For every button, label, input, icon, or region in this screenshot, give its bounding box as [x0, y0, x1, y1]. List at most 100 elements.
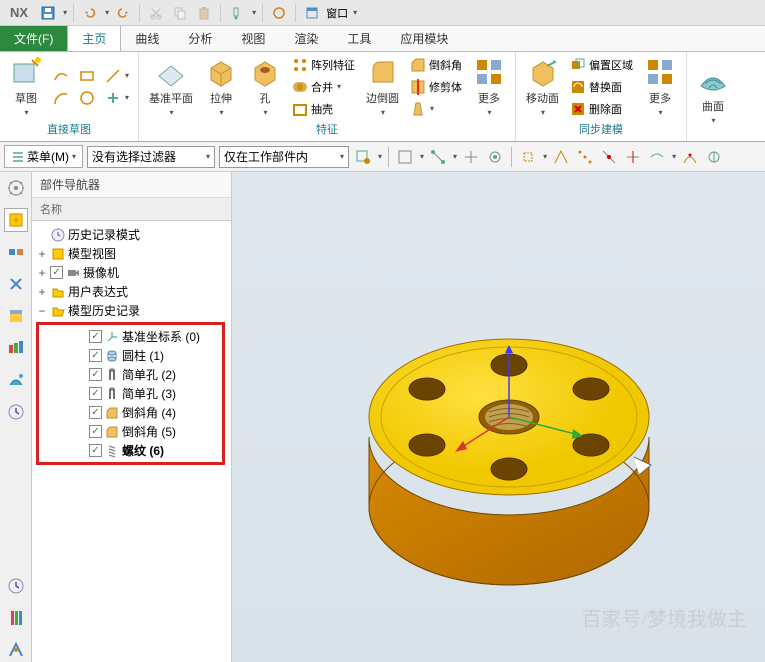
- sel-tool-2[interactable]: [395, 147, 415, 167]
- feature-more-button[interactable]: 更多▾: [469, 54, 509, 119]
- move-face-button[interactable]: 移动面▾: [522, 54, 563, 119]
- dropdown-icon[interactable]: ▾: [353, 8, 357, 17]
- constraint-navigator-icon[interactable]: [4, 272, 28, 296]
- selection-scope-combo[interactable]: 仅在工作部件内▾: [219, 146, 349, 168]
- profile-button[interactable]: [50, 66, 72, 86]
- rectangle-button[interactable]: [76, 66, 98, 86]
- circle-icon: [79, 90, 95, 106]
- tree-node-cameras[interactable]: +✓ 摄像机: [34, 263, 229, 282]
- sync-more-button[interactable]: 更多▾: [640, 54, 680, 119]
- hole-button[interactable]: 孔▾: [245, 54, 285, 119]
- folder-open-icon: [50, 303, 66, 319]
- edge-blend-button[interactable]: 边倒圆▾: [362, 54, 403, 119]
- tree-node-feature[interactable]: ✓倒斜角 (4): [39, 403, 222, 422]
- delete-icon: [570, 101, 586, 117]
- spline-icon: [53, 68, 69, 84]
- tab-tools[interactable]: 工具: [333, 26, 386, 51]
- color-icon[interactable]: [4, 606, 28, 630]
- surface-icon: [697, 64, 729, 96]
- tree-node-model-views[interactable]: + 模型视图: [34, 244, 229, 263]
- tab-render[interactable]: 渲染: [280, 26, 333, 51]
- snap-tool-8[interactable]: [704, 147, 724, 167]
- blend-icon: [367, 56, 399, 88]
- tree-node-feature[interactable]: ✓基准坐标系 (0): [39, 327, 222, 346]
- snap-tool-4[interactable]: [599, 147, 619, 167]
- dropdown-icon[interactable]: ▾: [105, 8, 109, 17]
- file-tab[interactable]: 文件(F): [0, 26, 67, 51]
- dropdown-icon[interactable]: ▾: [453, 152, 457, 161]
- surface-button[interactable]: 曲面▾: [693, 62, 733, 127]
- snap-tool-1[interactable]: [518, 147, 538, 167]
- dropdown-icon[interactable]: ▾: [543, 152, 547, 161]
- snap-tool-7[interactable]: [680, 147, 700, 167]
- snap-tool-3[interactable]: [575, 147, 595, 167]
- sel-tool-5[interactable]: [485, 147, 505, 167]
- tree-node-feature[interactable]: ✓简单孔 (3): [39, 384, 222, 403]
- settings-icon[interactable]: [4, 176, 28, 200]
- snap-tool-2[interactable]: [551, 147, 571, 167]
- extrude-button[interactable]: 拉伸▾: [201, 54, 241, 119]
- repeat-icon[interactable]: [269, 3, 289, 23]
- tree-node-feature[interactable]: ✓螺纹 (6): [39, 441, 222, 460]
- datum-plane-button[interactable]: 基准平面▾: [145, 54, 197, 119]
- dropdown-icon[interactable]: ▾: [63, 8, 67, 17]
- delete-face-button[interactable]: 删除面: [567, 99, 636, 119]
- sketch-button[interactable]: 草图 ▾: [6, 54, 46, 119]
- line-button[interactable]: ▾: [102, 66, 132, 86]
- replace-face-button[interactable]: 替换面: [567, 77, 636, 97]
- point-button[interactable]: [50, 88, 72, 108]
- tab-application[interactable]: 应用模块: [386, 26, 463, 51]
- simple-hole-icon: [104, 367, 120, 383]
- history-icon[interactable]: [4, 400, 28, 424]
- pattern-button[interactable]: 阵列特征: [289, 55, 358, 75]
- unite-button[interactable]: 合并▾: [289, 77, 358, 97]
- reuse-library-icon[interactable]: [4, 304, 28, 328]
- tab-curve[interactable]: 曲线: [121, 26, 174, 51]
- graphics-viewport[interactable]: 百家号/梦境我做主: [232, 172, 765, 662]
- main-area: 部件导航器 名称 历史记录模式 + 模型视图 +✓ 摄像机 + 用户表达式 − …: [0, 172, 765, 662]
- window-icon[interactable]: [302, 3, 322, 23]
- roles-icon[interactable]: [4, 638, 28, 662]
- internet-icon[interactable]: [4, 368, 28, 392]
- tree-node-feature[interactable]: ✓简单孔 (2): [39, 365, 222, 384]
- tree-node-model-history[interactable]: − 模型历史记录: [34, 301, 229, 320]
- chamfer-button[interactable]: 倒斜角: [407, 55, 465, 75]
- tree-node-history-mode[interactable]: 历史记录模式: [34, 225, 229, 244]
- tree-node-feature[interactable]: ✓倒斜角 (5): [39, 422, 222, 441]
- snap-tool-6[interactable]: [647, 147, 667, 167]
- more-curve-button[interactable]: ▾: [102, 88, 132, 108]
- part-navigator-icon[interactable]: [4, 208, 28, 232]
- tree-node-feature[interactable]: ✓圆柱 (1): [39, 346, 222, 365]
- touch-icon[interactable]: [227, 3, 247, 23]
- tab-view[interactable]: 视图: [227, 26, 280, 51]
- selection-filter-combo[interactable]: 没有选择过滤器▾: [87, 146, 215, 168]
- sel-tool-3[interactable]: [428, 147, 448, 167]
- sel-tool-4[interactable]: [461, 147, 481, 167]
- sel-tool-1[interactable]: [353, 147, 373, 167]
- undo-icon[interactable]: [80, 3, 100, 23]
- tree-node-expressions[interactable]: + 用户表达式: [34, 282, 229, 301]
- dropdown-icon[interactable]: ▾: [420, 152, 424, 161]
- snap-tool-5[interactable]: [623, 147, 643, 167]
- draft-icon: [410, 101, 426, 117]
- assembly-navigator-icon[interactable]: [4, 240, 28, 264]
- tab-analysis[interactable]: 分析: [174, 26, 227, 51]
- dropdown-icon[interactable]: ▾: [378, 152, 382, 161]
- system-scheme-icon[interactable]: [4, 574, 28, 598]
- menu-button[interactable]: 菜单(M)▾: [4, 145, 83, 168]
- save-icon[interactable]: [38, 3, 58, 23]
- circle-button[interactable]: [76, 88, 98, 108]
- hd3d-icon[interactable]: [4, 336, 28, 360]
- navigator-column-header[interactable]: 名称: [32, 198, 231, 221]
- window-menu-label[interactable]: 窗口: [326, 5, 348, 21]
- shell-button[interactable]: 抽壳: [289, 99, 358, 119]
- draft-button[interactable]: ▾: [407, 99, 465, 119]
- trim-body-button[interactable]: 修剪体: [407, 77, 465, 97]
- tab-home[interactable]: 主页: [67, 26, 121, 51]
- redo-icon[interactable]: [113, 3, 133, 23]
- ribbon-group-feature: 基准平面▾ 拉伸▾ 孔▾ 阵列特征 合并▾ 抽壳 边倒圆▾ 倒斜角 修剪体 ▾ …: [139, 52, 516, 141]
- dropdown-icon[interactable]: ▾: [672, 152, 676, 161]
- folder-icon: [50, 284, 66, 300]
- offset-region-button[interactable]: 偏置区域: [567, 55, 636, 75]
- dropdown-icon[interactable]: ▾: [252, 8, 256, 17]
